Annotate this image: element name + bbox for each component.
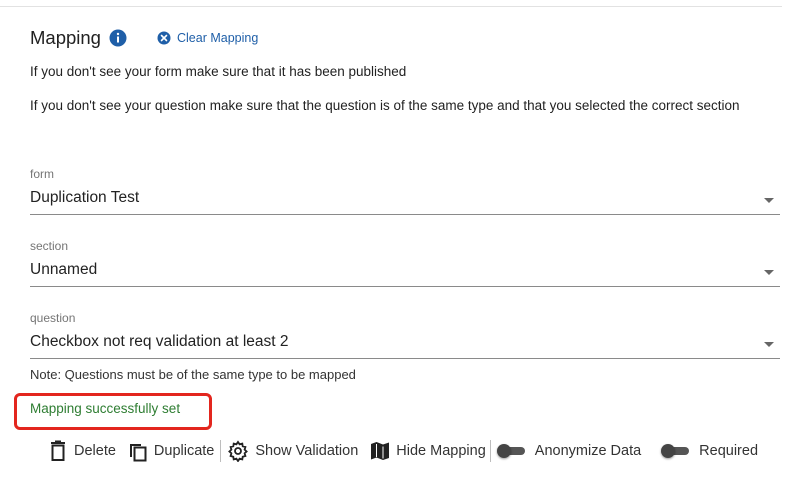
hide-mapping-button[interactable]: Hide Mapping <box>370 437 486 465</box>
form-select[interactable]: form Duplication Test <box>30 167 780 215</box>
question-select[interactable]: question Checkbox not req validation at … <box>30 311 780 359</box>
show-validation-button[interactable]: Show Validation <box>227 437 358 465</box>
duplicate-button[interactable]: Duplicate <box>128 437 214 465</box>
dropdown-arrow-icon[interactable] <box>764 198 774 203</box>
duplicate-label: Duplicate <box>153 443 215 459</box>
hide-mapping-label: Hide Mapping <box>396 443 486 459</box>
question-select-label: question <box>30 311 76 325</box>
trash-icon <box>48 440 68 462</box>
form-select-underline <box>30 214 780 215</box>
required-toggle[interactable]: Required <box>661 437 758 465</box>
map-icon <box>370 440 390 462</box>
copy-icon <box>128 440 148 462</box>
form-select-label: form <box>30 167 54 181</box>
section-select[interactable]: section Unnamed <box>30 239 780 287</box>
section-select-underline <box>30 286 780 287</box>
required-label: Required <box>699 443 759 459</box>
clear-mapping-button[interactable]: Clear Mapping <box>157 31 258 45</box>
toolbar-separator <box>220 440 222 462</box>
anonymize-switch[interactable] <box>496 444 527 458</box>
question-select-underline <box>30 358 780 359</box>
dropdown-arrow-icon[interactable] <box>764 270 774 275</box>
delete-label: Delete <box>74 443 116 459</box>
anonymize-label: Anonymize Data <box>534 443 642 459</box>
required-switch[interactable] <box>661 444 691 458</box>
toolbar-separator <box>489 440 491 462</box>
mapping-header: Mapping <box>30 26 127 50</box>
section-select-value[interactable]: Unnamed <box>30 260 780 280</box>
status-message: Mapping successfully set <box>30 401 181 416</box>
top-divider <box>0 6 782 7</box>
show-validation-label: Show Validation <box>255 443 359 459</box>
anonymize-toggle[interactable]: Anonymize Data <box>496 437 642 465</box>
gear-icon <box>227 440 249 462</box>
delete-button[interactable]: Delete <box>48 437 116 465</box>
form-select-value[interactable]: Duplication Test <box>30 188 780 208</box>
close-circle-icon <box>157 31 171 45</box>
mapping-note: Note: Questions must be of the same type… <box>30 367 356 382</box>
question-toolbar: Delete Duplicate Show Validation Hide Ma… <box>48 437 758 465</box>
help-text-question: If you don't see your question make sure… <box>30 98 740 113</box>
info-icon[interactable] <box>109 29 127 47</box>
help-text-form: If you don't see your form make sure tha… <box>30 64 407 79</box>
mapping-title: Mapping <box>30 27 101 48</box>
question-select-value[interactable]: Checkbox not req validation at least 2 <box>30 332 780 352</box>
clear-mapping-label: Clear Mapping <box>177 31 259 45</box>
section-select-label: section <box>30 239 69 253</box>
dropdown-arrow-icon[interactable] <box>764 342 774 347</box>
